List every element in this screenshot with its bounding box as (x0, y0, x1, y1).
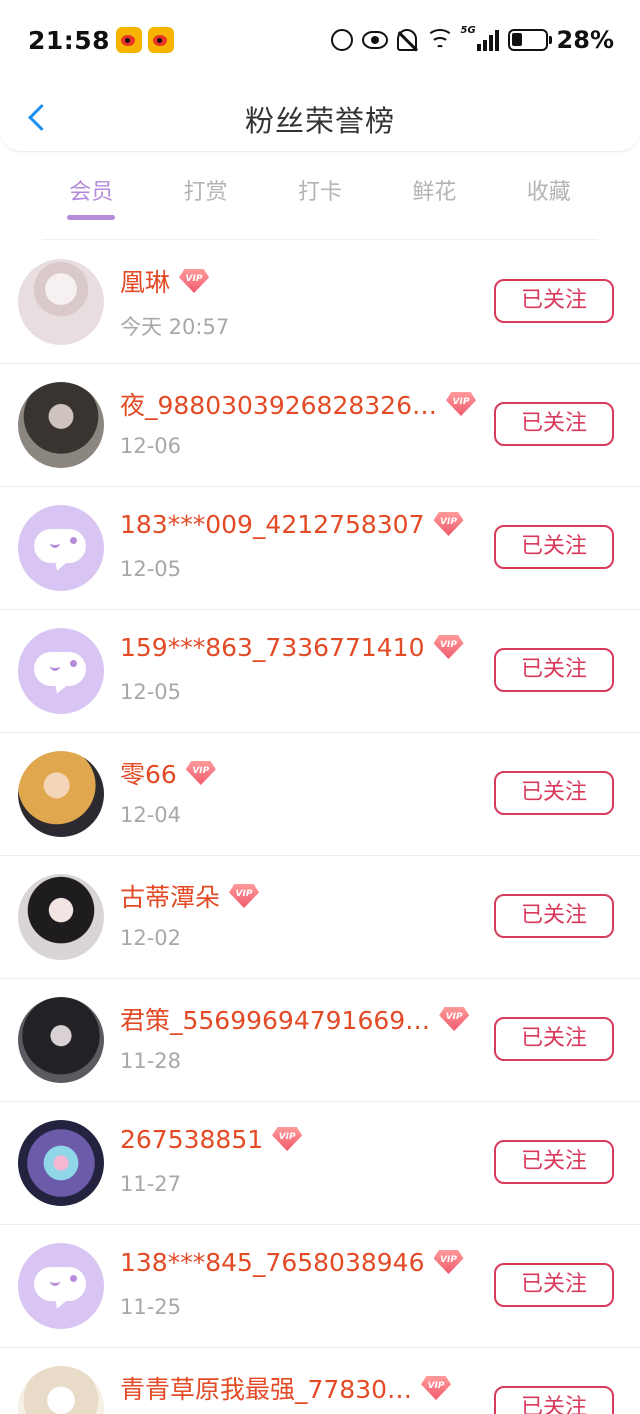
vip-icon: VIP (431, 509, 467, 539)
avatar[interactable] (18, 1120, 104, 1206)
follow-button[interactable]: 已关注 (494, 279, 614, 323)
wifi-icon (425, 29, 454, 51)
avatar[interactable] (18, 628, 104, 714)
battery-icon (507, 29, 552, 51)
avatar[interactable] (18, 1366, 104, 1414)
user-name: 凰琳 (120, 268, 171, 297)
list-item[interactable]: 青青草原我最强_77830… VIP 已关注 (0, 1348, 640, 1414)
user-name: 青青草原我最强_77830… (120, 1375, 413, 1404)
status-right: 5G 28% (330, 25, 614, 54)
follow-button[interactable]: 已关注 (494, 1263, 614, 1307)
avatar[interactable] (18, 751, 104, 837)
list-item[interactable]: 零66 VIP 12-04 已关注 (0, 733, 640, 856)
follow-button[interactable]: 已关注 (494, 894, 614, 938)
user-name: 267538851 (120, 1124, 264, 1154)
user-date: 12-05 (120, 557, 182, 581)
avatar[interactable] (18, 382, 104, 468)
vip-icon: VIP (418, 1373, 454, 1403)
tabs-divider (42, 239, 598, 240)
title-bar: 粉丝荣誉榜 (0, 80, 640, 152)
follow-button[interactable]: 已关注 (494, 771, 614, 815)
vip-icon: VIP (226, 881, 262, 911)
follow-button[interactable]: 已关注 (494, 402, 614, 446)
follow-button[interactable]: 已关注 (494, 1386, 614, 1414)
user-name: 183***009_4212758307 (120, 509, 425, 539)
tab-favorites[interactable]: 收藏 (492, 166, 606, 222)
vip-icon: VIP (269, 1124, 305, 1154)
user-name: 夜_9880303926828326… (120, 391, 437, 420)
user-date: 11-28 (120, 1049, 182, 1073)
battery-percent: 28% (556, 26, 614, 54)
vip-icon: VIP (431, 1247, 467, 1277)
page-title: 粉丝荣誉榜 (244, 104, 395, 138)
user-date: 12-02 (120, 926, 182, 950)
weibo-icon (116, 27, 143, 53)
user-date: 11-25 (120, 1295, 182, 1319)
follow-button[interactable]: 已关注 (494, 1140, 614, 1184)
list-item[interactable]: 古蒂潭朵 VIP 12-02 已关注 (0, 856, 640, 979)
data-saver-icon (330, 29, 353, 51)
5g-signal-icon: 5G (461, 25, 499, 51)
list-item[interactable]: 159***863_7336771410 VIP 12-05 已关注 (0, 610, 640, 733)
vip-icon: VIP (443, 389, 479, 419)
follow-button[interactable]: 已关注 (494, 525, 614, 569)
list-item[interactable]: 君策_55699694791669… VIP 11-28 已关注 (0, 979, 640, 1102)
avatar[interactable] (18, 259, 104, 345)
user-name: 君策_55699694791669… (120, 1006, 431, 1035)
avatar[interactable] (18, 997, 104, 1083)
avatar[interactable] (18, 505, 104, 591)
avatar[interactable] (18, 1243, 104, 1329)
vip-icon: VIP (431, 632, 467, 662)
status-bar: 21:58 5G 28% (0, 0, 640, 80)
user-name: 古蒂潭朵 (120, 883, 221, 912)
fan-list: 凰琳 VIP 今天 20:57 已关注 夜_9880303926828326… … (0, 241, 640, 1414)
status-time: 21:58 (28, 25, 111, 55)
user-name: 159***863_7336771410 (120, 632, 425, 662)
user-date: 今天 20:57 (120, 315, 230, 339)
user-date: 12-04 (120, 803, 182, 827)
bell-off-icon (396, 29, 417, 51)
follow-button[interactable]: 已关注 (494, 1017, 614, 1061)
follow-button[interactable]: 已关注 (494, 648, 614, 692)
eye-icon (361, 31, 388, 49)
list-item[interactable]: 267538851 VIP 11-27 已关注 (0, 1102, 640, 1225)
user-date: 12-05 (120, 680, 182, 704)
vip-icon: VIP (176, 266, 212, 296)
tab-checkin[interactable]: 打卡 (263, 166, 377, 222)
status-left: 21:58 (28, 25, 175, 55)
tab-flowers[interactable]: 鲜花 (377, 166, 491, 222)
user-name: 138***845_7658038946 (120, 1247, 425, 1277)
vip-icon: VIP (436, 1004, 472, 1034)
user-date: 12-06 (120, 434, 182, 458)
user-name: 零66 (120, 760, 177, 789)
user-date: 11-27 (120, 1172, 182, 1196)
list-item[interactable]: 138***845_7658038946 VIP 11-25 已关注 (0, 1225, 640, 1348)
avatar[interactable] (18, 874, 104, 960)
list-item[interactable]: 夜_9880303926828326… VIP 12-06 已关注 (0, 364, 640, 487)
tab-bar: 会员 打赏 打卡 鲜花 收藏 (34, 166, 606, 222)
weibo-icon (148, 27, 175, 53)
tab-member[interactable]: 会员 (34, 166, 148, 222)
list-item[interactable]: 183***009_4212758307 VIP 12-05 已关注 (0, 487, 640, 610)
tab-reward[interactable]: 打赏 (148, 166, 262, 222)
vip-icon: VIP (183, 758, 219, 788)
list-item[interactable]: 凰琳 VIP 今天 20:57 已关注 (0, 241, 640, 364)
